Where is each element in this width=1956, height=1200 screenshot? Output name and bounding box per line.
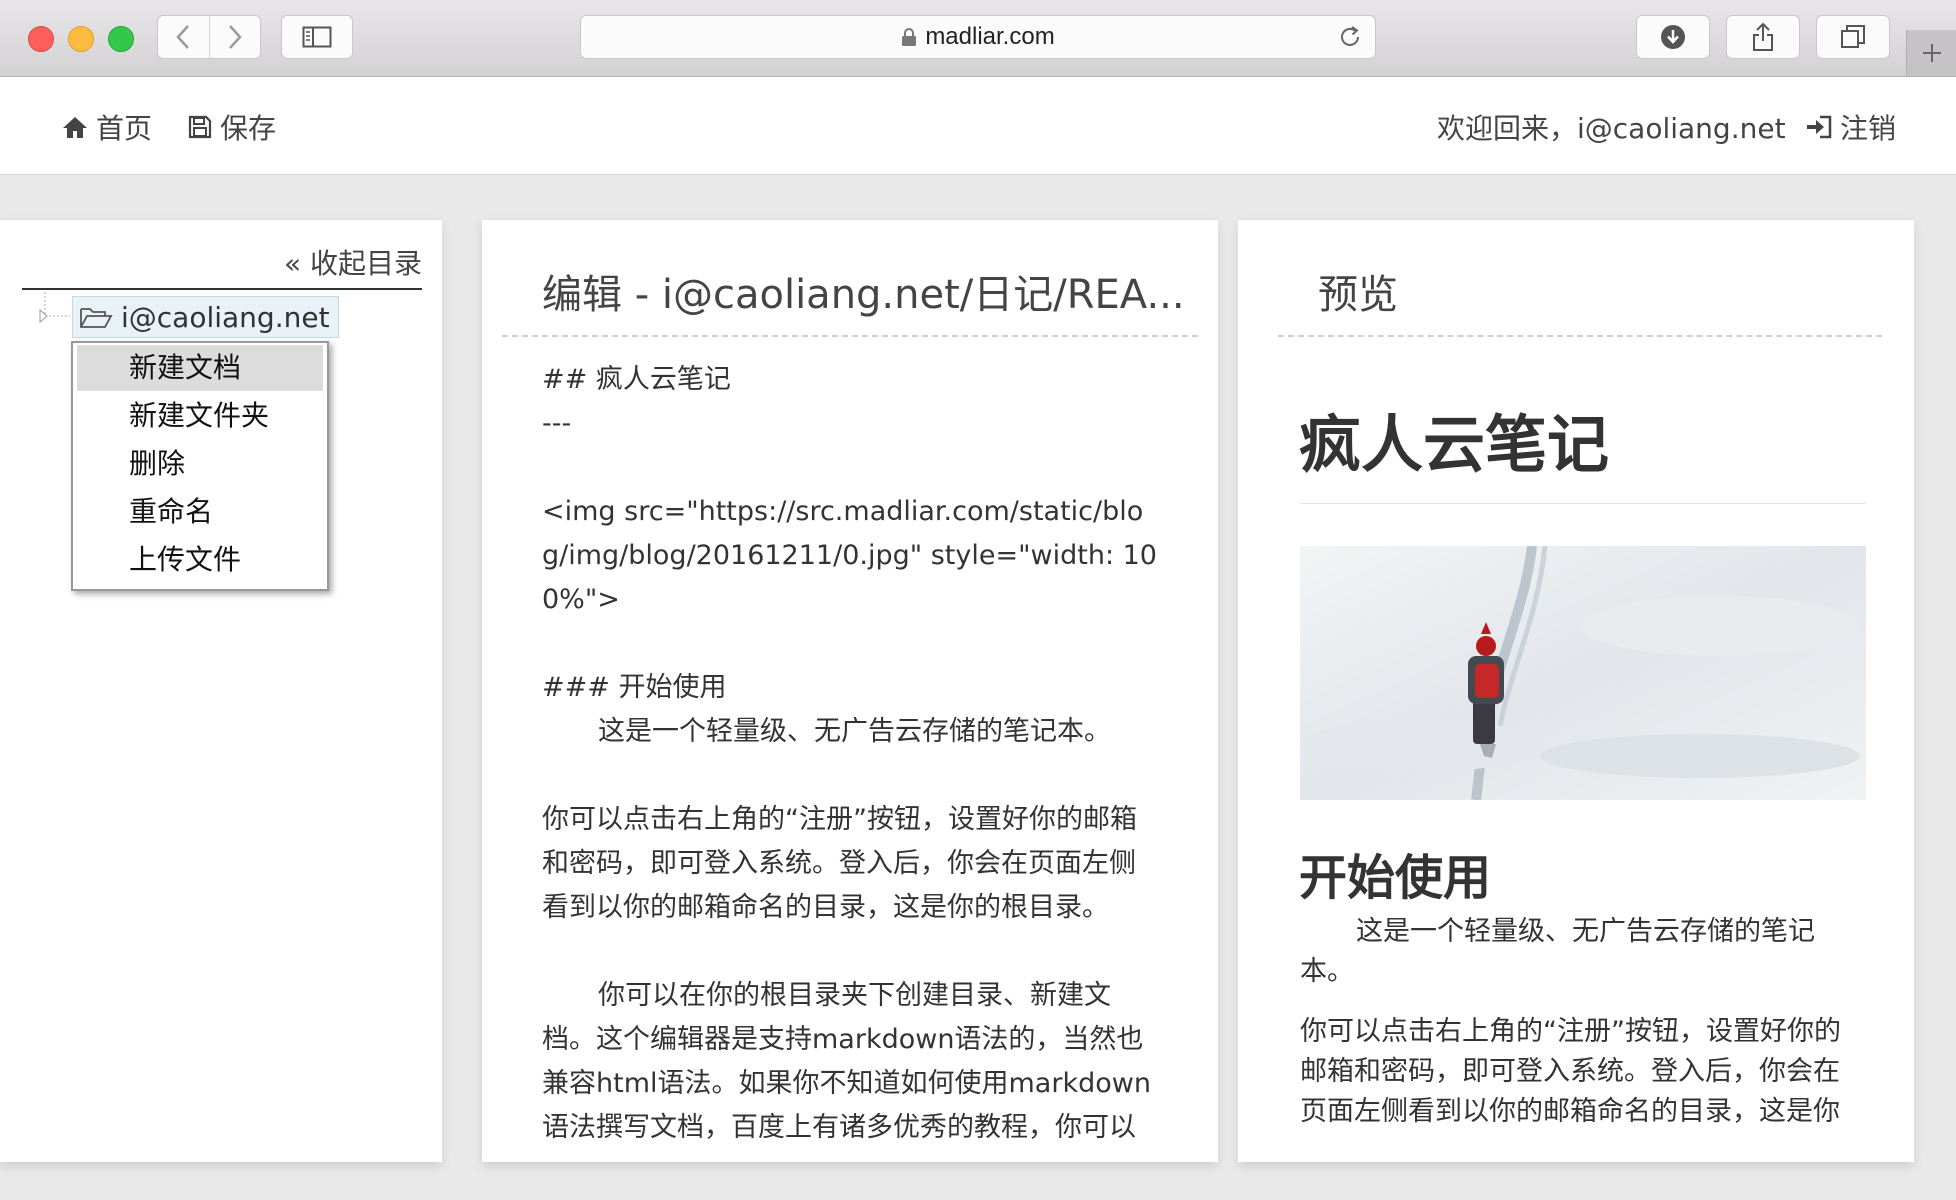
home-link[interactable]: 首页 — [62, 107, 152, 147]
markdown-editor[interactable]: ## 疯人云笔记 --- <img src="https://src.madli… — [542, 358, 1162, 1150]
address-bar[interactable]: madliar.com — [580, 15, 1376, 59]
editor-line: 你可以点击右上角的“注册”按钮，设置好你的邮箱和密码，即可登入系统。登入后，你会… — [542, 804, 1137, 923]
tab-overview-button[interactable] — [1816, 15, 1890, 59]
close-window-button[interactable] — [28, 26, 54, 52]
editor-title: 编辑 - i@caoliang.net/日记/REA... — [542, 272, 1185, 318]
history-nav-group — [157, 15, 261, 59]
preview-title: 预览 — [1318, 272, 1398, 318]
browser-toolbar: madliar.com — [0, 0, 1956, 77]
menu-new-folder[interactable]: 新建文件夹 — [77, 393, 323, 439]
save-label: 保存 — [220, 112, 277, 145]
forward-button[interactable] — [208, 16, 261, 58]
editor-line: --- — [542, 408, 572, 439]
chevron-right-icon — [228, 25, 242, 49]
preview-title-divider — [1278, 335, 1882, 337]
folder-open-icon — [80, 308, 113, 328]
tree-root-folder[interactable]: i@caoliang.net — [72, 296, 339, 338]
preview-hr — [1300, 503, 1866, 504]
downloads-button[interactable] — [1636, 15, 1710, 59]
editor-line: <img src="https://src.madliar.com/static… — [542, 496, 1157, 615]
welcome-text: 欢迎回来，i@caoliang.net — [1437, 107, 1786, 147]
snow-walker-image — [1300, 546, 1866, 800]
editor-line: ## 疯人云笔记 — [542, 364, 731, 395]
tabs-icon — [1841, 25, 1865, 48]
tree-divider — [22, 288, 422, 290]
directory-panel: « 收起目录 i@caoliang.net 新建文档 新建文件夹 删除 重命名 … — [0, 220, 442, 1162]
welcome-label: 欢迎回来，i@caoliang.net — [1437, 112, 1786, 145]
preview-paragraph: 这是一个轻量级、无广告云存储的笔记本。 — [1300, 916, 1815, 987]
show-sidebar-button[interactable] — [281, 15, 353, 59]
editor-line: 这是一个轻量级、无广告云存储的笔记本。 — [598, 716, 1111, 747]
sidebar-icon — [302, 26, 332, 48]
share-button[interactable] — [1726, 15, 1800, 59]
zoom-window-button[interactable] — [108, 26, 134, 52]
collapse-directory-button[interactable]: « 收起目录 — [284, 242, 422, 282]
lock-icon — [902, 28, 917, 46]
home-label: 首页 — [96, 112, 153, 145]
chevron-left-icon — [176, 25, 190, 49]
menu-new-document[interactable]: 新建文档 — [77, 345, 323, 391]
editor-panel: 编辑 - i@caoliang.net/日记/REA... ## 疯人云笔记 -… — [482, 220, 1218, 1162]
url-text: madliar.com — [925, 23, 1055, 50]
sign-in-icon — [1807, 115, 1832, 139]
reload-icon[interactable] — [1337, 24, 1363, 50]
new-tab-button[interactable] — [1906, 30, 1956, 76]
save-icon — [188, 115, 212, 139]
plus-icon — [1923, 44, 1941, 62]
minimize-window-button[interactable] — [68, 26, 94, 52]
preview-paragraph: 你可以点击右上角的“注册”按钮，设置好你的邮箱和密码，即可登入系统。登入后，你会… — [1300, 1016, 1841, 1127]
menu-rename[interactable]: 重命名 — [77, 489, 323, 535]
back-button[interactable] — [158, 16, 209, 58]
menu-upload-file[interactable]: 上传文件 — [77, 537, 323, 583]
share-icon — [1753, 22, 1773, 51]
home-icon — [63, 117, 87, 138]
menu-delete[interactable]: 删除 — [77, 441, 323, 487]
save-button[interactable]: 保存 — [188, 107, 276, 147]
editor-line: ### 开始使用 — [542, 672, 727, 703]
tree-connector-icon — [39, 292, 70, 324]
preview-panel: 预览 疯人云笔记 开始使用 这是一个轻量级、无广告云存储的笔记本。 你可以点击右… — [1238, 220, 1914, 1162]
root-folder-label: i@caoliang.net — [121, 300, 330, 334]
preview-subheading: 开始使用 — [1299, 850, 1492, 906]
preview-heading: 疯人云笔记 — [1299, 408, 1610, 481]
download-icon — [1661, 25, 1685, 49]
editor-title-divider — [502, 335, 1198, 337]
context-menu: 新建文档 新建文件夹 删除 重命名 上传文件 — [71, 341, 329, 591]
logout-label: 注销 — [1840, 112, 1897, 145]
logout-link[interactable]: 注销 — [1806, 107, 1896, 147]
app-navbar: 首页 保存 欢迎回来，i@caoliang.net 注销 — [0, 77, 1956, 175]
editor-line: 你可以在你的根目录夹下创建目录、新建文档。这个编辑器是支持markdown语法的… — [542, 980, 1151, 1143]
